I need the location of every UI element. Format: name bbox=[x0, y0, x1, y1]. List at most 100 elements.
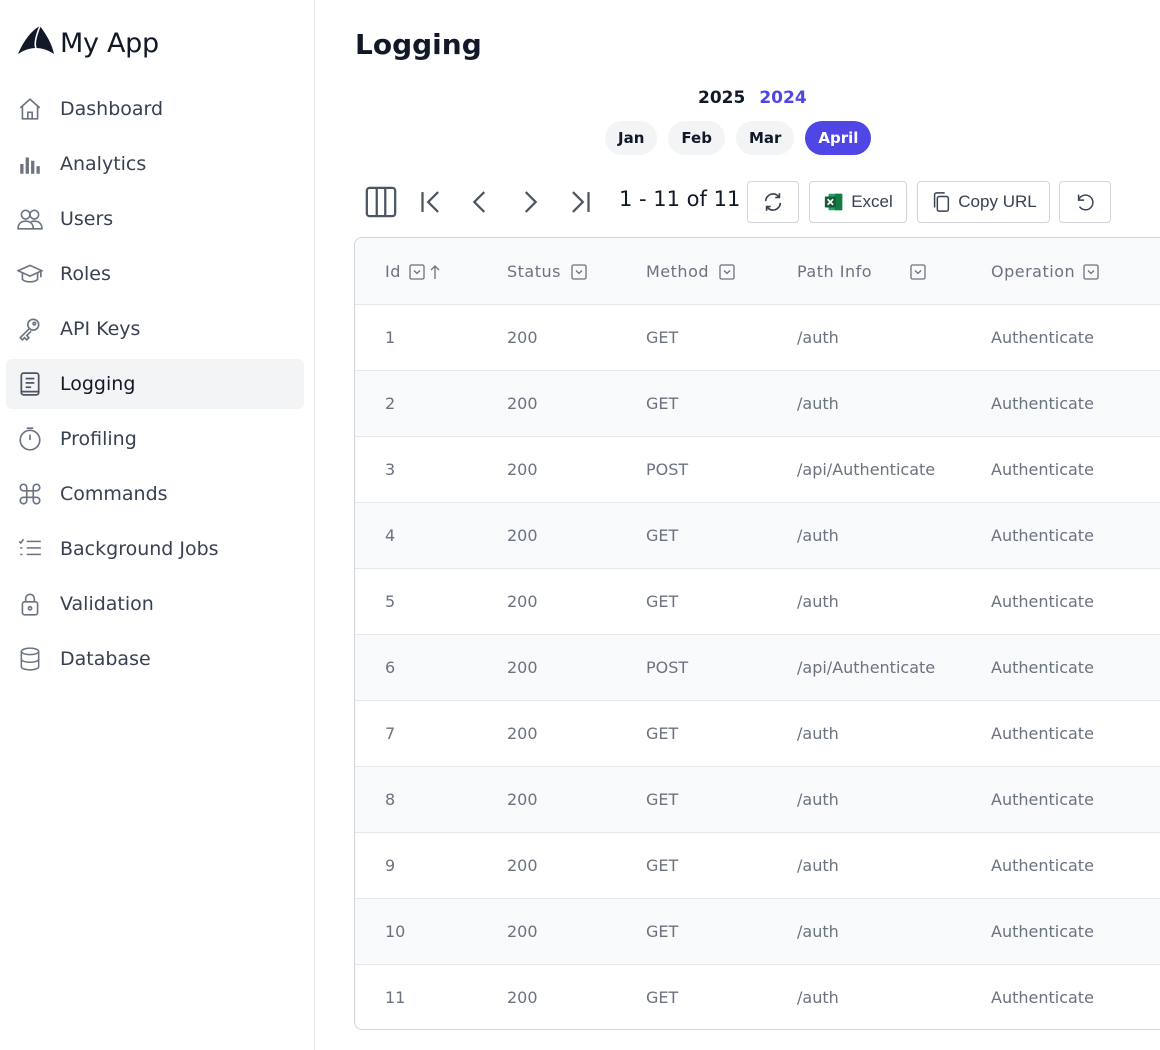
month-tab-april[interactable]: April bbox=[805, 121, 872, 155]
table-row[interactable]: 10 200 GET /auth Authenticate bbox=[355, 899, 1160, 965]
table-row[interactable]: 6 200 POST /api/Authenticate Authenticat… bbox=[355, 635, 1160, 701]
cell-operation: Authenticate bbox=[991, 856, 1094, 875]
cell-id: 3 bbox=[385, 460, 396, 479]
table-row[interactable]: 11 200 GET /auth Authenticate bbox=[355, 965, 1160, 1029]
cell-method: GET bbox=[646, 592, 679, 611]
sidebar-item-profiling[interactable]: Profiling bbox=[6, 414, 304, 464]
table-row[interactable]: 3 200 POST /api/Authenticate Authenticat… bbox=[355, 437, 1160, 503]
sidebar-item-database[interactable]: Database bbox=[6, 634, 304, 684]
cell-status: 200 bbox=[507, 790, 538, 809]
sidebar-item-label: Background Jobs bbox=[60, 538, 219, 560]
cell-operation: Authenticate bbox=[991, 724, 1094, 743]
column-label: Id bbox=[385, 262, 401, 281]
column-header-operation[interactable]: Operation bbox=[991, 262, 1099, 281]
cell-path-info: /auth bbox=[797, 592, 839, 611]
month-tab-feb[interactable]: Feb bbox=[668, 121, 725, 155]
year-current[interactable]: 2025 bbox=[698, 88, 745, 108]
table-row[interactable]: 2 200 GET /auth Authenticate bbox=[355, 371, 1160, 437]
excel-export-button[interactable]: Excel bbox=[809, 181, 907, 223]
cell-status: 200 bbox=[507, 460, 538, 479]
sidebar-item-validation[interactable]: Validation bbox=[6, 579, 304, 629]
stopwatch-icon bbox=[16, 425, 44, 453]
cell-path-info: /api/Authenticate bbox=[797, 460, 936, 479]
key-icon bbox=[16, 315, 44, 343]
cell-id: 9 bbox=[385, 856, 396, 875]
sidebar-item-roles[interactable]: Roles bbox=[6, 249, 304, 299]
cell-operation: Authenticate bbox=[991, 526, 1094, 545]
sidebar-item-label: Users bbox=[60, 208, 114, 230]
table-row[interactable]: 1 200 GET /auth Authenticate bbox=[355, 305, 1160, 371]
column-header-path-info[interactable]: Path Info bbox=[797, 262, 926, 281]
table-row[interactable]: 8 200 GET /auth Authenticate bbox=[355, 767, 1160, 833]
cell-path-info: /auth bbox=[797, 922, 839, 941]
table-row[interactable]: 7 200 GET /auth Authenticate bbox=[355, 701, 1160, 767]
log-document-icon bbox=[16, 370, 44, 398]
cell-method: POST bbox=[646, 658, 689, 677]
month-selector: Jan Feb Mar April bbox=[605, 121, 872, 155]
sidebar-item-logging[interactable]: Logging bbox=[6, 359, 304, 409]
column-header-id[interactable]: Id bbox=[385, 262, 441, 281]
month-tab-mar[interactable]: Mar bbox=[735, 121, 795, 155]
cell-path-info: /auth bbox=[797, 394, 839, 413]
sidebar-item-api-keys[interactable]: API Keys bbox=[6, 304, 304, 354]
copy-url-label: Copy URL bbox=[958, 192, 1037, 211]
cell-id: 11 bbox=[385, 988, 406, 1007]
column-label: Method bbox=[646, 262, 710, 281]
table-header: Id Status Method Path Info Operation bbox=[355, 238, 1160, 305]
cell-operation: Authenticate bbox=[991, 988, 1094, 1007]
cell-method: GET bbox=[646, 922, 679, 941]
filter-dropdown-icon[interactable] bbox=[1083, 263, 1099, 280]
filter-dropdown-icon[interactable] bbox=[910, 263, 926, 280]
cell-operation: Authenticate bbox=[991, 592, 1094, 611]
column-header-method[interactable]: Method bbox=[646, 262, 735, 281]
filter-dropdown-icon[interactable] bbox=[571, 263, 587, 280]
table-row[interactable]: 9 200 GET /auth Authenticate bbox=[355, 833, 1160, 899]
pagination-status: 1 - 11 of 11 bbox=[619, 187, 741, 211]
cell-operation: Authenticate bbox=[991, 328, 1094, 347]
filter-dropdown-icon[interactable] bbox=[719, 263, 735, 280]
cell-path-info: /auth bbox=[797, 790, 839, 809]
cell-id: 10 bbox=[385, 922, 406, 941]
reset-button[interactable] bbox=[1059, 181, 1111, 223]
page-title: Logging bbox=[355, 28, 482, 61]
next-page-icon[interactable] bbox=[511, 183, 549, 221]
previous-page-icon[interactable] bbox=[461, 183, 499, 221]
year-link[interactable]: 2024 bbox=[759, 88, 806, 108]
brand[interactable]: My App bbox=[16, 24, 159, 62]
sidebar-item-commands[interactable]: Commands bbox=[6, 469, 304, 519]
first-page-icon[interactable] bbox=[412, 183, 450, 221]
sidebar-item-analytics[interactable]: Analytics bbox=[6, 139, 304, 189]
brand-name: My App bbox=[60, 27, 159, 59]
last-page-icon[interactable] bbox=[561, 183, 599, 221]
table-row[interactable]: 4 200 GET /auth Authenticate bbox=[355, 503, 1160, 569]
cell-id: 4 bbox=[385, 526, 396, 545]
sidebar-item-users[interactable]: Users bbox=[6, 194, 304, 244]
sort-ascending-icon[interactable] bbox=[429, 264, 441, 280]
cell-path-info: /auth bbox=[797, 328, 839, 347]
table-row[interactable]: 5 200 GET /auth Authenticate bbox=[355, 569, 1160, 635]
cell-status: 200 bbox=[507, 592, 538, 611]
refresh-button[interactable] bbox=[747, 181, 799, 223]
sidebar-item-dashboard[interactable]: Dashboard bbox=[6, 84, 304, 134]
sidebar-item-label: Database bbox=[60, 648, 151, 670]
sidebar-item-label: Roles bbox=[60, 263, 111, 285]
excel-button-label: Excel bbox=[851, 192, 893, 211]
sidebar-item-background-jobs[interactable]: Background Jobs bbox=[6, 524, 304, 574]
cell-id: 5 bbox=[385, 592, 396, 611]
column-header-status[interactable]: Status bbox=[507, 262, 587, 281]
sidebar-item-label: API Keys bbox=[60, 318, 141, 340]
cell-status: 200 bbox=[507, 856, 538, 875]
cell-operation: Authenticate bbox=[991, 658, 1094, 677]
columns-icon[interactable] bbox=[362, 183, 400, 221]
month-tab-jan[interactable]: Jan bbox=[605, 121, 658, 155]
copy-url-button[interactable]: Copy URL bbox=[917, 181, 1050, 223]
cell-id: 7 bbox=[385, 724, 396, 743]
cell-path-info: /auth bbox=[797, 856, 839, 875]
bar-chart-icon bbox=[16, 150, 44, 178]
cell-status: 200 bbox=[507, 724, 538, 743]
table-toolbar: 1 - 11 of 11 Excel Copy URL bbox=[362, 181, 1142, 223]
cell-id: 1 bbox=[385, 328, 396, 347]
filter-dropdown-icon[interactable] bbox=[409, 263, 425, 280]
cell-status: 200 bbox=[507, 328, 538, 347]
cell-status: 200 bbox=[507, 526, 538, 545]
